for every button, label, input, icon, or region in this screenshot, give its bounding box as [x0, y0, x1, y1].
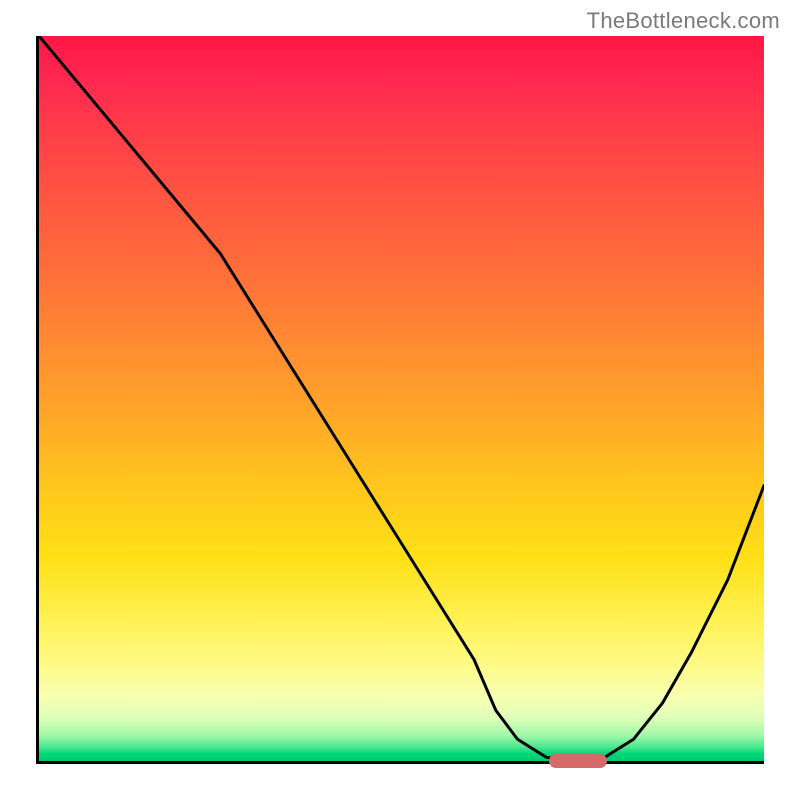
bottleneck-curve-line — [39, 36, 764, 761]
watermark-text: TheBottleneck.com — [587, 8, 780, 34]
curve-svg — [39, 36, 764, 761]
chart-area — [36, 36, 764, 764]
optimal-marker — [549, 754, 607, 768]
